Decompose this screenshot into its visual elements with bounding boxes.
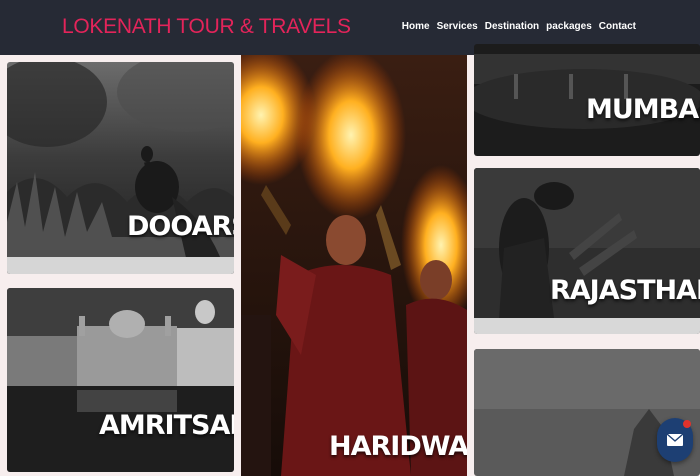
- destination-label-haridwar: HARIDWAR: [329, 431, 467, 462]
- nav-services-link[interactable]: Services: [437, 21, 478, 32]
- envelope-icon: [666, 433, 684, 446]
- destination-card-haridwar[interactable]: HARIDWAR: [241, 55, 467, 476]
- brand-logo-text[interactable]: LOKENATH TOUR & TRAVELS: [62, 15, 351, 39]
- destination-label-rajasthan: RAJASTHAN: [550, 275, 700, 306]
- destination-card-rajasthan[interactable]: RAJASTHAN: [474, 168, 700, 334]
- destination-label-mumbai: MUMBAI: [586, 94, 700, 125]
- notification-dot: [683, 420, 691, 428]
- destination-label-dooars: DOOARS: [127, 211, 234, 242]
- rajasthan-photo: [474, 168, 700, 334]
- nav-contact-link[interactable]: Contact: [599, 21, 636, 32]
- destination-card-amritsar[interactable]: AMRITSAR: [7, 288, 234, 472]
- destination-card-mumbai[interactable]: MUMBAI: [474, 44, 700, 156]
- haridwar-photo: [241, 55, 467, 476]
- nav-packages-link[interactable]: packages: [546, 21, 592, 32]
- main-nav: Home Services Destination packages Conta…: [402, 21, 636, 32]
- nav-home-link[interactable]: Home: [402, 21, 430, 32]
- amritsar-photo: [7, 288, 234, 472]
- destination-card-dooars[interactable]: DOOARS: [7, 62, 234, 274]
- destination-label-amritsar: AMRITSAR: [99, 410, 234, 441]
- dooars-photo: [7, 62, 234, 274]
- nav-destination-link[interactable]: Destination: [485, 21, 539, 32]
